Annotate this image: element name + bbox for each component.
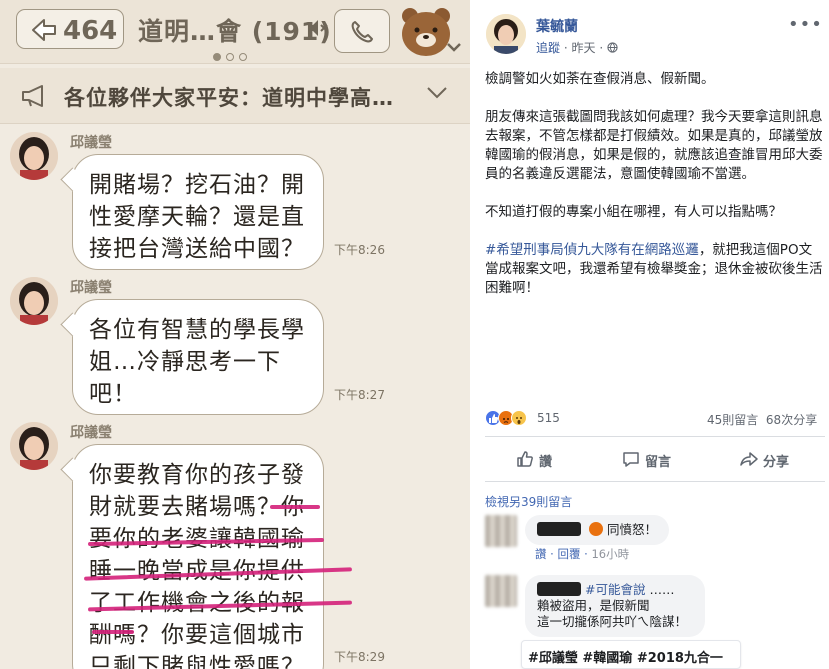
comment-icon <box>623 452 639 467</box>
engagement-counts[interactable]: 45則留言 68次分享 <box>707 411 817 428</box>
mute-icon <box>309 20 328 36</box>
sender-photo-icon <box>10 277 58 325</box>
post-meta: 追蹤 · 昨天 · <box>536 39 618 56</box>
image-hashtag-caption: #邱議瑩 #韓國瑜 #2018九合一 <box>521 640 741 669</box>
avatar <box>10 277 58 325</box>
message-line: 只剩下賭與性愛嗎？ <box>89 654 305 669</box>
commenter-avatar[interactable] <box>485 515 517 547</box>
comment-actions: 讚 · 回覆 · 16小時 <box>535 547 630 561</box>
comment-hashtag[interactable]: #可能會說 <box>585 582 645 597</box>
comment-text: …… <box>649 582 675 597</box>
announcement-text: 各位夥伴大家平安：道明中學高… <box>64 86 394 110</box>
page-dots <box>213 46 263 61</box>
share-label: 分享 <box>763 455 790 470</box>
comment-bubble: #可能會說 …… 賴被盜用，是假新聞 這一切攏係阿共吖ㄟ陰謀！ <box>525 575 705 637</box>
message-line: 各位有智慧的學長學 <box>89 317 305 343</box>
redacted-name <box>537 522 581 536</box>
hashtag-link[interactable]: #希望刑事局偵九大隊有在網路巡邏 <box>485 242 699 258</box>
view-more-comments-link[interactable]: 檢視另39則留言 <box>485 493 572 510</box>
announcement-bar[interactable]: 各位夥伴大家平安：道明中學高… <box>0 68 470 124</box>
message-bubble: 你要教育你的孩子發 財就要去賭場嗎？你 要你的老婆讓韓國瑜 睡一晚當成是你提供 … <box>72 444 324 669</box>
post-actions: 讚 留言 分享 <box>485 436 825 482</box>
author-name[interactable]: 葉毓蘭 <box>536 16 578 36</box>
comment-text: 這一切攏係阿共吖ㄟ陰謀！ <box>537 614 688 629</box>
angry-emoji-icon <box>588 522 603 536</box>
post-paragraph: #希望刑事局偵九大隊有在網路巡邏，就把我這個PO文當成報案文吧，我還希望有檢舉獎… <box>485 241 825 298</box>
globe-icon <box>607 41 618 55</box>
sender-name: 邱議瑩 <box>70 135 112 151</box>
sender-photo-icon <box>10 422 58 470</box>
comment-like-link[interactable]: 讚 <box>535 547 547 561</box>
comment-label: 留言 <box>645 455 672 470</box>
chat-header: 464 道明…會 (191) <box>0 0 470 64</box>
sender-name: 邱議瑩 <box>70 280 112 296</box>
message-bubble: 各位有智慧的學長學 姐…冷靜思考一下 吧！ <box>72 299 324 415</box>
phone-icon <box>351 21 373 43</box>
underline-mark <box>92 630 134 634</box>
back-button[interactable]: 464 <box>16 9 124 49</box>
author-photo-icon <box>486 14 526 54</box>
message-line: 開賭場？挖石油？開 <box>89 172 305 198</box>
message-bubble: 開賭場？挖石油？開 性愛摩天輪？還是直 接把台灣送給中國？ <box>72 154 324 270</box>
unread-count: 464 <box>63 16 118 46</box>
message-time: 下午8:26 <box>334 243 385 257</box>
message-line: 接把台灣送給中國？ <box>89 236 305 262</box>
sender-name: 邱議瑩 <box>70 425 112 441</box>
sender-photo-icon <box>10 132 58 180</box>
avatar <box>10 132 58 180</box>
commenter-avatar[interactable] <box>485 575 517 607</box>
reactions-bar[interactable]: 515 45則留言 68次分享 <box>485 408 825 428</box>
redacted-name <box>537 582 581 596</box>
underline-mark <box>270 505 320 509</box>
author-avatar[interactable] <box>486 14 526 54</box>
avatar <box>10 422 58 470</box>
comment-reply-link[interactable]: 回覆 <box>557 547 580 561</box>
chat-title: 道明…會 (191) <box>138 17 332 46</box>
like-label: 讚 <box>539 455 553 470</box>
post-time[interactable]: 昨天 <box>571 41 595 55</box>
message-line: 性愛摩天輪？還是直 <box>89 204 305 230</box>
back-arrow-icon <box>32 19 56 41</box>
reaction-count: 515 <box>537 411 560 425</box>
message-time: 下午8:29 <box>334 650 385 664</box>
share-icon <box>740 452 758 466</box>
post-paragraph: 檢調警如火如荼在查假消息、假新聞。 <box>485 71 715 87</box>
comments-count[interactable]: 45則留言 <box>707 413 758 427</box>
call-button[interactable] <box>334 9 390 53</box>
wow-reaction-icon <box>511 410 527 426</box>
bear-sticker-menu-icon[interactable] <box>396 6 466 58</box>
post-body: 檢調警如火如荼在查假消息、假新聞。 朋友傳來這張截圖問我該如何處理？我今天要拿這… <box>485 70 825 317</box>
message-line: 酬嗎？你要這個城市 <box>89 622 305 648</box>
message-time: 下午8:27 <box>334 388 385 402</box>
more-options-icon[interactable]: ••• <box>788 14 823 35</box>
comment-bubble: 同憤怒！ <box>525 515 669 545</box>
line-chat-screenshot: 464 道明…會 (191) 各位夥伴大家平安：道明中學高… 邱議瑩 開賭場？挖… <box>0 0 470 669</box>
shares-count[interactable]: 68次分享 <box>766 413 817 427</box>
facebook-post: 葉毓蘭 追蹤 · 昨天 · ••• 檢調警如火如荼在查假消息、假新聞。 朋友傳來… <box>476 0 829 669</box>
post-paragraph: 不知道打假的專案小組在哪裡，有人可以指點嗎？ <box>485 204 782 220</box>
comment-text: 賴被盜用，是假新聞 <box>537 598 650 613</box>
comment-text: 同憤怒！ <box>606 522 657 537</box>
message-line: 你要教育你的孩子發 <box>89 462 305 488</box>
megaphone-icon <box>22 85 43 107</box>
comment-time[interactable]: 16小時 <box>591 547 629 561</box>
message-line: 吧！ <box>89 381 137 407</box>
post-paragraph: 朋友傳來這張截圖問我該如何處理？我今天要拿這則訊息去報案，不管怎樣都是打假績效。… <box>485 109 823 182</box>
message-line: 姐…冷靜思考一下 <box>89 349 281 375</box>
follow-link[interactable]: 追蹤 <box>536 41 560 55</box>
thumbs-up-icon <box>517 451 533 467</box>
chevron-down-icon[interactable] <box>426 86 448 100</box>
